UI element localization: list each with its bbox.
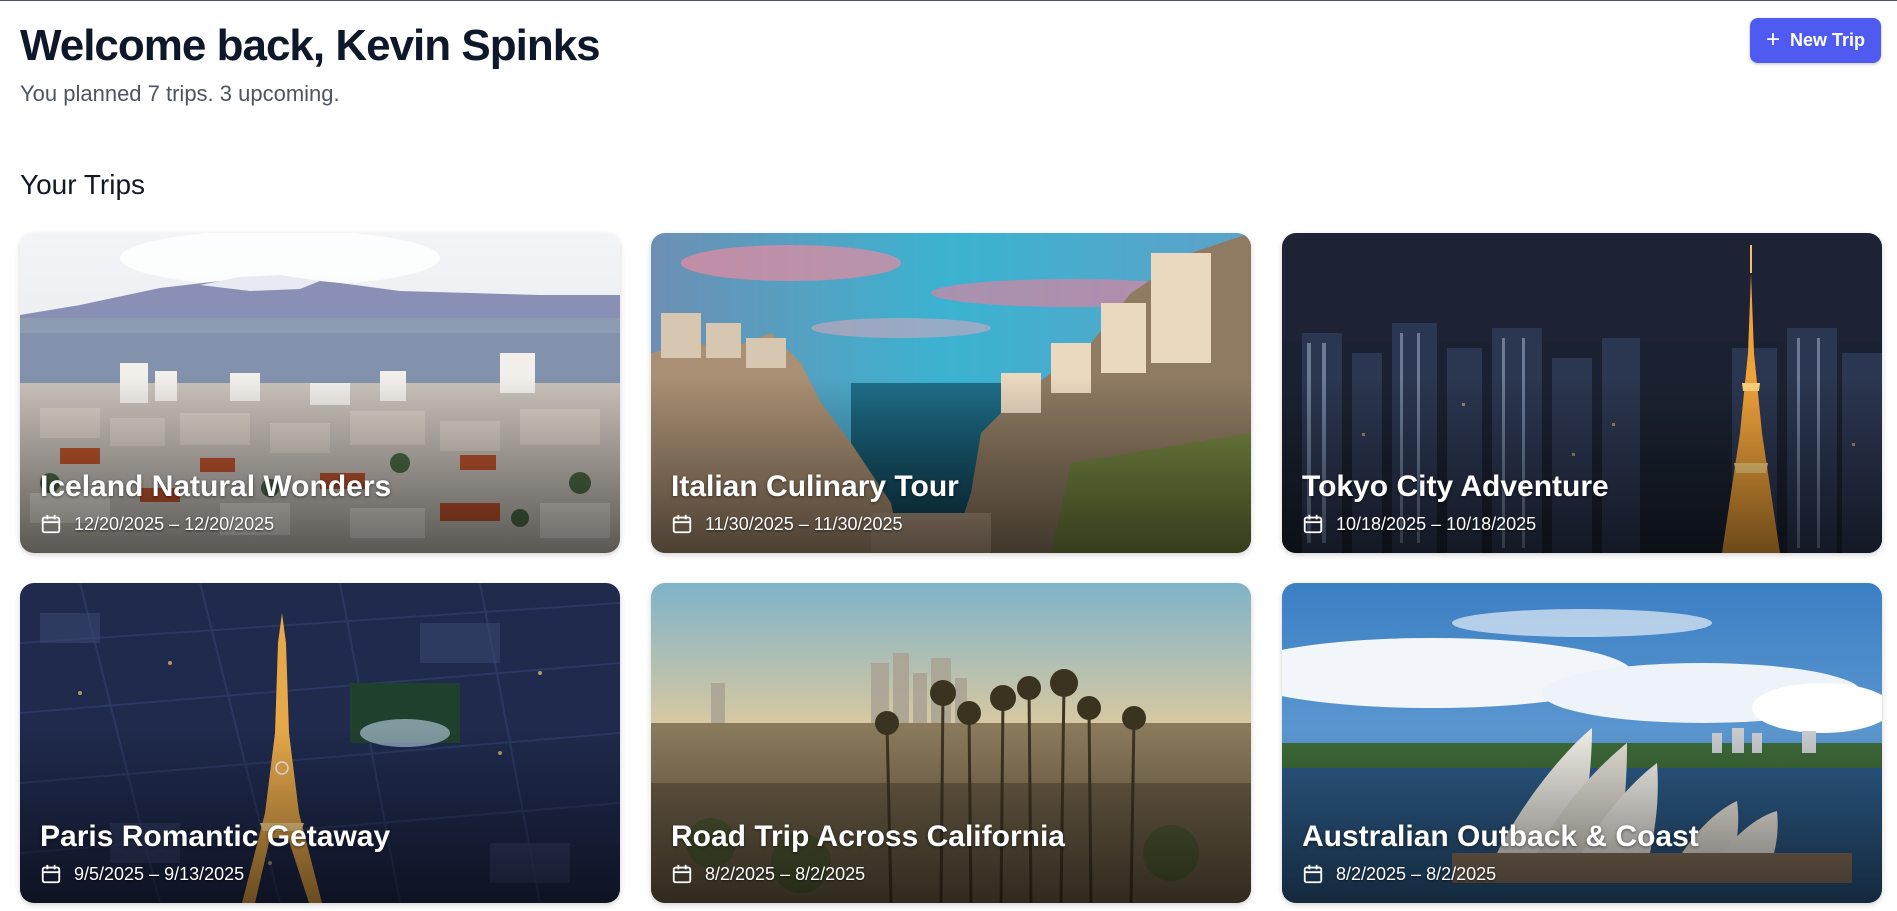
trip-title: Paris Romantic Getaway — [40, 820, 391, 853]
trip-dates: 8/2/2025 – 8/2/2025 — [671, 863, 1065, 885]
trip-dates: 9/5/2025 – 9/13/2025 — [40, 863, 390, 885]
trip-date-range: 9/5/2025 – 9/13/2025 — [74, 864, 245, 884]
trip-title: Iceland Natural Wonders — [40, 470, 392, 503]
calendar-icon — [1303, 514, 1323, 534]
calendar-icon — [672, 514, 692, 534]
trip-card-australia[interactable]: Australian Outback & Coast 8/2/2025 – 8/… — [1282, 583, 1882, 903]
trip-card-italy[interactable]: Italian Culinary Tour 11/30/2025 – 11/30… — [651, 233, 1251, 553]
trip-date-range: 8/2/2025 – 8/2/2025 — [705, 864, 866, 884]
calendar-icon — [1303, 864, 1323, 884]
new-trip-label: New Trip — [1790, 30, 1866, 50]
trip-date-range: 8/2/2025 – 8/2/2025 — [1336, 864, 1497, 884]
trip-title: Italian Culinary Tour — [671, 470, 959, 503]
trip-card-iceland[interactable]: Iceland Natural Wonders 12/20/2025 – 12/… — [20, 233, 620, 553]
trip-title: Tokyo City Adventure — [1302, 470, 1609, 503]
section-title: Your Trips — [20, 169, 146, 200]
calendar-icon — [41, 864, 61, 884]
calendar-icon — [41, 514, 61, 534]
trip-summary: You planned 7 trips. 3 upcoming. — [20, 81, 340, 106]
plus-icon: + — [1765, 25, 1780, 53]
trip-dates: 10/18/2025 – 10/18/2025 — [1302, 513, 1609, 535]
trip-dates: 12/20/2025 – 12/20/2025 — [40, 513, 391, 535]
trip-card-paris[interactable]: Paris Romantic Getaway 9/5/2025 – 9/13/2… — [20, 583, 620, 903]
trip-dates: 11/30/2025 – 11/30/2025 — [671, 513, 959, 535]
trip-date-range: 12/20/2025 – 12/20/2025 — [74, 514, 275, 534]
trip-title: Road Trip Across California — [671, 820, 1065, 853]
top-border — [0, 0, 1897, 1]
trip-date-range: 10/18/2025 – 10/18/2025 — [1336, 514, 1537, 534]
trip-card-tokyo[interactable]: Tokyo City Adventure 10/18/2025 – 10/18/… — [1282, 233, 1882, 553]
trip-title: Australian Outback & Coast — [1302, 820, 1699, 853]
calendar-icon — [672, 864, 692, 884]
page-header: Welcome back, Kevin Spinks You planned 7… — [20, 18, 601, 108]
new-trip-button[interactable]: + New Trip — [1750, 18, 1881, 63]
trip-dates: 8/2/2025 – 8/2/2025 — [1302, 863, 1699, 885]
trip-card-california[interactable]: Road Trip Across California 8/2/2025 – 8… — [651, 583, 1251, 903]
trip-date-range: 11/30/2025 – 11/30/2025 — [705, 514, 903, 534]
page-title: Welcome back, Kevin Spinks — [20, 21, 601, 70]
